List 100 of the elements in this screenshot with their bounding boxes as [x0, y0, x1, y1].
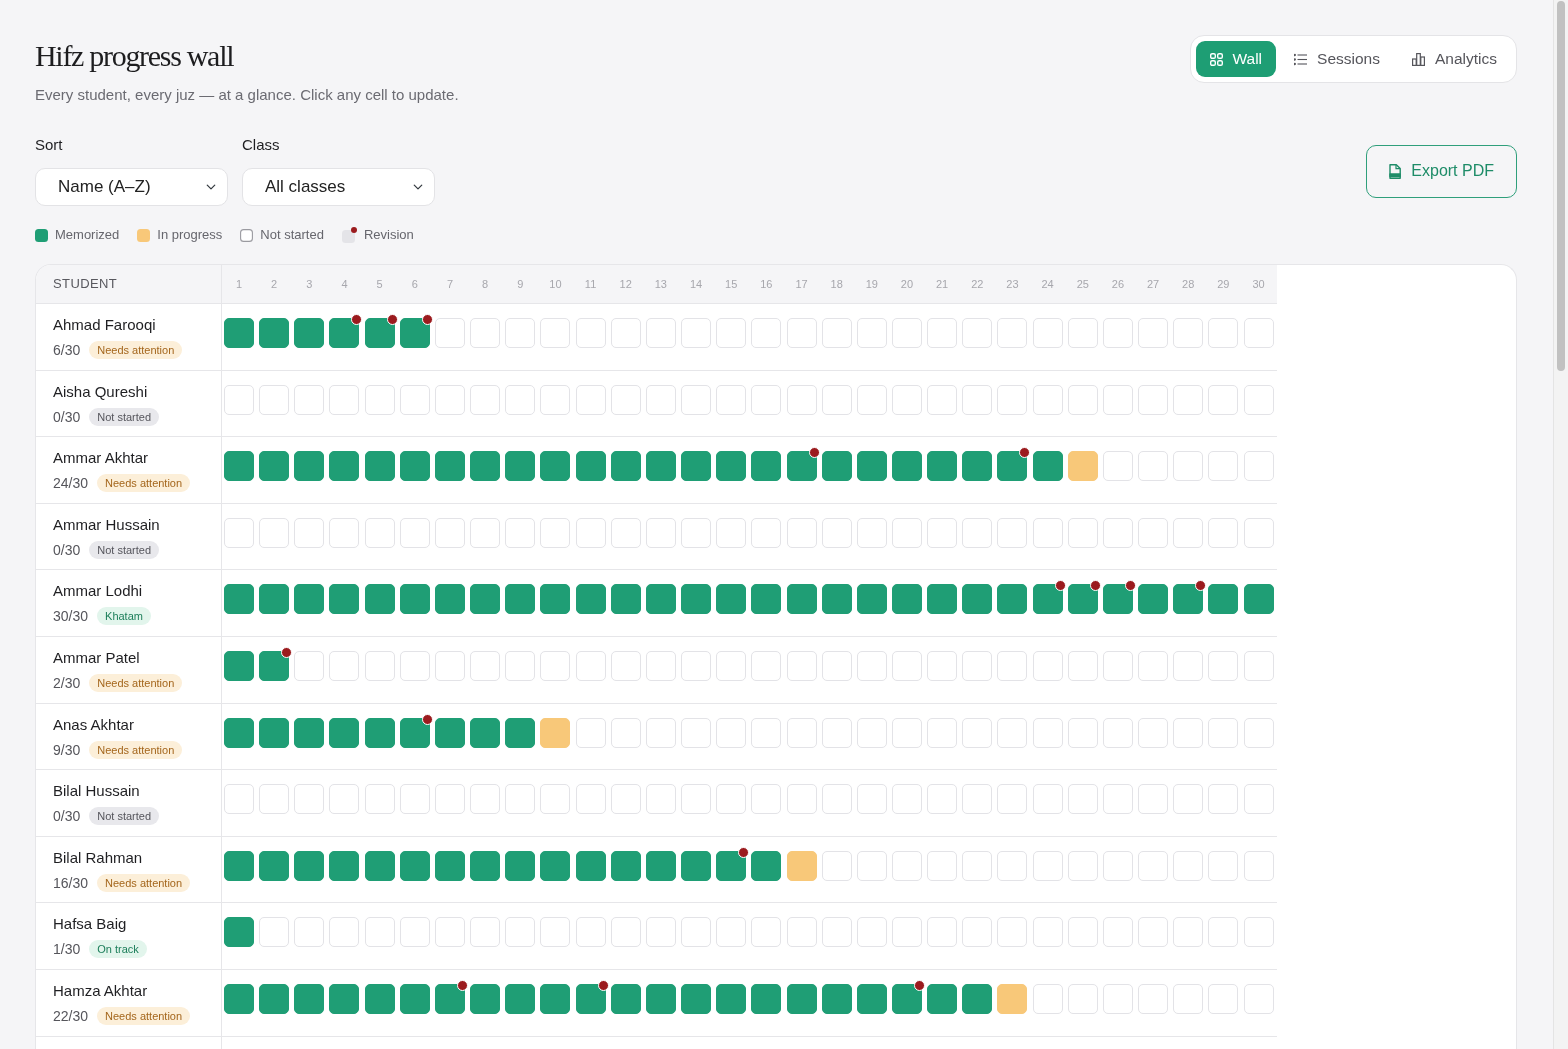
- juz-cell[interactable]: [645, 983, 676, 1014]
- juz-cell[interactable]: [259, 451, 290, 482]
- juz-cell[interactable]: [259, 983, 290, 1014]
- juz-cell[interactable]: [751, 983, 782, 1014]
- juz-cell[interactable]: [1067, 451, 1098, 482]
- juz-cell[interactable]: [329, 584, 360, 615]
- juz-cell[interactable]: [364, 451, 395, 482]
- juz-cell[interactable]: [540, 850, 571, 881]
- juz-cell[interactable]: [259, 850, 290, 881]
- juz-cell[interactable]: [927, 584, 958, 615]
- juz-cell[interactable]: [610, 983, 641, 1014]
- juz-cell[interactable]: [891, 983, 922, 1014]
- juz-cell[interactable]: [329, 850, 360, 881]
- juz-cell[interactable]: [716, 850, 747, 881]
- juz-cell[interactable]: [294, 318, 325, 348]
- juz-cell[interactable]: [962, 983, 993, 1014]
- juz-cell[interactable]: [540, 584, 571, 615]
- juz-cell[interactable]: [364, 850, 395, 881]
- juz-cell[interactable]: [540, 717, 571, 748]
- juz-cell[interactable]: [434, 717, 465, 748]
- juz-cell[interactable]: [399, 983, 430, 1014]
- juz-cell[interactable]: [434, 451, 465, 482]
- juz-cell[interactable]: [716, 983, 747, 1014]
- juz-cell[interactable]: [786, 983, 817, 1014]
- juz-cell[interactable]: [1208, 584, 1239, 615]
- juz-cell[interactable]: [927, 451, 958, 482]
- juz-cell[interactable]: [224, 917, 254, 948]
- juz-cell[interactable]: [224, 584, 254, 615]
- juz-cell[interactable]: [259, 318, 290, 348]
- juz-cell[interactable]: [751, 584, 782, 615]
- juz-cell[interactable]: [575, 451, 606, 482]
- juz-cell[interactable]: [470, 451, 501, 482]
- scrollbar[interactable]: [1553, 0, 1568, 1049]
- juz-cell[interactable]: [681, 983, 712, 1014]
- view-tab[interactable]: Sessions: [1280, 41, 1394, 77]
- juz-cell[interactable]: [575, 850, 606, 881]
- juz-cell[interactable]: [821, 584, 852, 615]
- juz-cell[interactable]: [259, 717, 290, 748]
- class-dropdown[interactable]: All classes: [242, 168, 435, 206]
- juz-cell[interactable]: [716, 451, 747, 482]
- juz-cell[interactable]: [224, 717, 254, 748]
- juz-cell[interactable]: [821, 983, 852, 1014]
- juz-cell[interactable]: [505, 850, 536, 881]
- juz-cell[interactable]: [962, 451, 993, 482]
- juz-cell[interactable]: [470, 717, 501, 748]
- juz-cell[interactable]: [224, 983, 254, 1014]
- juz-cell[interactable]: [470, 983, 501, 1014]
- juz-cell[interactable]: [927, 983, 958, 1014]
- juz-cell[interactable]: [610, 584, 641, 615]
- juz-cell[interactable]: [259, 650, 290, 681]
- juz-cell[interactable]: [399, 717, 430, 748]
- juz-cell[interactable]: [224, 318, 254, 348]
- juz-cell[interactable]: [329, 451, 360, 482]
- juz-cell[interactable]: [997, 983, 1028, 1014]
- juz-cell[interactable]: [891, 451, 922, 482]
- juz-cell[interactable]: [1032, 451, 1063, 482]
- juz-cell[interactable]: [1243, 584, 1274, 615]
- juz-cell[interactable]: [962, 584, 993, 615]
- juz-cell[interactable]: [329, 983, 360, 1014]
- juz-cell[interactable]: [470, 850, 501, 881]
- juz-cell[interactable]: [294, 983, 325, 1014]
- juz-cell[interactable]: [645, 584, 676, 615]
- juz-cell[interactable]: [540, 983, 571, 1014]
- juz-cell[interactable]: [329, 717, 360, 748]
- juz-cell[interactable]: [575, 584, 606, 615]
- juz-cell[interactable]: [294, 584, 325, 615]
- scrollbar-thumb[interactable]: [1557, 1, 1565, 371]
- juz-cell[interactable]: [751, 850, 782, 881]
- juz-cell[interactable]: [294, 717, 325, 748]
- juz-cell[interactable]: [505, 584, 536, 615]
- juz-cell[interactable]: [681, 584, 712, 615]
- juz-cell[interactable]: [294, 451, 325, 482]
- juz-cell[interactable]: [399, 451, 430, 482]
- juz-cell[interactable]: [891, 584, 922, 615]
- juz-cell[interactable]: [716, 584, 747, 615]
- juz-cell[interactable]: [610, 850, 641, 881]
- juz-cell[interactable]: [224, 850, 254, 881]
- juz-cell[interactable]: [821, 451, 852, 482]
- juz-cell[interactable]: [856, 584, 887, 615]
- juz-cell[interactable]: [505, 983, 536, 1014]
- juz-cell[interactable]: [294, 850, 325, 881]
- juz-cell[interactable]: [997, 584, 1028, 615]
- juz-cell[interactable]: [1138, 584, 1169, 615]
- juz-cell[interactable]: [751, 451, 782, 482]
- juz-cell[interactable]: [259, 584, 290, 615]
- juz-cell[interactable]: [645, 451, 676, 482]
- juz-cell[interactable]: [224, 650, 254, 681]
- juz-cell[interactable]: [434, 983, 465, 1014]
- juz-cell[interactable]: [681, 850, 712, 881]
- juz-cell[interactable]: [786, 850, 817, 881]
- juz-cell[interactable]: [505, 451, 536, 482]
- export-pdf-button[interactable]: Export PDF: [1366, 144, 1517, 198]
- juz-cell[interactable]: [399, 584, 430, 615]
- juz-cell[interactable]: [434, 584, 465, 615]
- juz-cell[interactable]: [399, 850, 430, 881]
- juz-cell[interactable]: [224, 451, 254, 482]
- juz-cell[interactable]: [575, 983, 606, 1014]
- view-tab[interactable]: Analytics: [1397, 41, 1511, 77]
- juz-cell[interactable]: [364, 717, 395, 748]
- juz-cell[interactable]: [786, 584, 817, 615]
